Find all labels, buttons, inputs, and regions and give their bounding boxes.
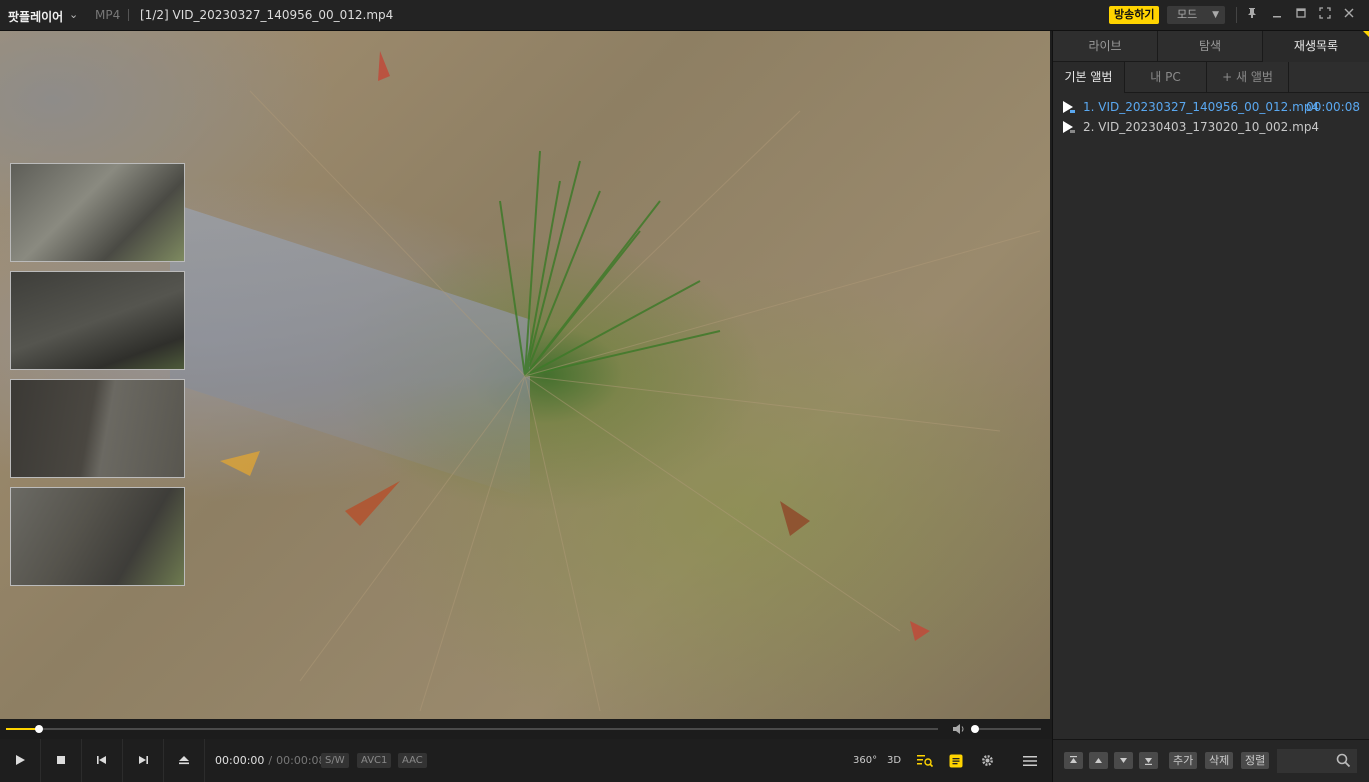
album-tabs: 기본 앨범 내 PC + 새 앨범 [1053,62,1369,93]
divider [1236,7,1237,23]
stop-icon [57,756,65,764]
playlist: 1. VID_20230327_140956_00_012.mp4 00:00:… [1053,97,1369,137]
thumbnail-4[interactable] [10,487,185,586]
thumbnail-3[interactable] [10,379,185,478]
sort-button[interactable]: 정렬 [1241,752,1270,769]
seek-row [0,719,1052,739]
eject-icon [179,756,189,765]
stop-button[interactable] [41,739,82,782]
chevron-down-icon[interactable]: ⌄ [69,8,78,21]
playlist-search-icon[interactable] [915,751,935,771]
mode-label: 모드 [1177,8,1198,21]
previous-button[interactable] [82,739,123,782]
tab-explore[interactable]: 탐색 [1158,31,1263,62]
total-time: 00:00:08 [276,754,326,767]
seek-handle[interactable] [35,725,43,733]
side-panel: 라이브 탐색 재생목록 기본 앨범 내 PC + 새 앨범 1. VID_202… [1052,31,1369,739]
codec-badge-sw[interactable]: S/W [321,753,349,768]
playlist-search-input[interactable] [1277,749,1357,773]
add-button[interactable]: 추가 [1169,752,1198,769]
caret-down-icon: ▼ [1212,10,1219,20]
list-item-label: 1. VID_20230327_140956_00_012.mp4 [1083,100,1320,114]
volume-icon[interactable] [952,722,966,736]
menu-icon[interactable] [1020,751,1040,771]
list-item[interactable]: 2. VID_20230403_173020_10_002.mp4 [1053,117,1369,137]
volume-handle[interactable] [971,725,979,733]
tab-my-pc[interactable]: 내 PC [1125,62,1207,93]
divider [128,9,129,21]
control-bar: 00:00:00/00:00:08 S/W AVC1 AAC 360° 3D [0,739,1052,782]
video-file-icon [1063,121,1075,133]
next-button[interactable] [123,739,164,782]
list-item-duration: 00:00:08 [1306,100,1360,114]
seek-bar[interactable] [6,728,938,730]
tab-playlist[interactable]: 재생목록 [1263,31,1369,62]
3d-icon[interactable]: 3D [884,751,904,771]
move-up-icon[interactable] [1089,752,1108,769]
360-icon[interactable]: 360° [853,751,877,771]
tab-default-album[interactable]: 기본 앨범 [1053,62,1125,93]
title-bar: 팟플레이어 ⌄ MP4 [1/2] VID_20230327_140956_00… [0,0,1369,31]
move-top-icon[interactable] [1064,752,1083,769]
play-button[interactable] [0,739,41,782]
play-icon [16,755,25,765]
fullscreen-icon[interactable] [1316,6,1334,24]
mode-dropdown[interactable]: 모드 ▼ [1167,6,1225,24]
app-menu-button[interactable]: 팟플레이어 [8,8,63,25]
subtitle-icon[interactable] [946,751,966,771]
tab-new-album[interactable]: + 새 앨범 [1207,62,1289,93]
list-item-label: 2. VID_20230403_173020_10_002.mp4 [1083,120,1320,134]
thumbnail-1[interactable] [10,163,185,262]
pin-icon[interactable] [1243,6,1261,24]
playlist-toolbar: 추가 삭제 정렬 [1052,739,1369,782]
move-down-icon[interactable] [1114,752,1133,769]
maximize-icon[interactable] [1292,6,1310,24]
settings-icon[interactable] [977,751,997,771]
search-icon[interactable] [1336,753,1351,768]
next-icon [139,756,148,764]
file-title: [1/2] VID_20230327_140956_00_012.mp4 [140,8,394,22]
codec-badge-video[interactable]: AVC1 [357,753,392,768]
format-label: MP4 [95,8,121,22]
delete-button[interactable]: 삭제 [1205,752,1234,769]
panel-tabs: 라이브 탐색 재생목록 [1053,31,1369,62]
video-frame[interactable] [0,31,1050,719]
tab-live[interactable]: 라이브 [1053,31,1158,62]
codec-badge-audio[interactable]: AAC [398,753,427,768]
play-indicator-icon [1063,101,1075,113]
thumbnail-2[interactable] [10,271,185,370]
video-texture [220,51,1041,712]
move-bottom-icon[interactable] [1139,752,1158,769]
broadcast-button[interactable]: 방송하기 [1109,6,1160,24]
time-display: 00:00:00/00:00:08 [215,754,326,767]
previous-icon [97,756,106,764]
volume-slider[interactable] [975,728,1041,730]
close-icon[interactable] [1340,6,1358,24]
list-item[interactable]: 1. VID_20230327_140956_00_012.mp4 00:00:… [1053,97,1369,117]
current-time: 00:00:00 [215,754,265,767]
eject-button[interactable] [164,739,205,782]
minimize-icon[interactable] [1268,6,1286,24]
